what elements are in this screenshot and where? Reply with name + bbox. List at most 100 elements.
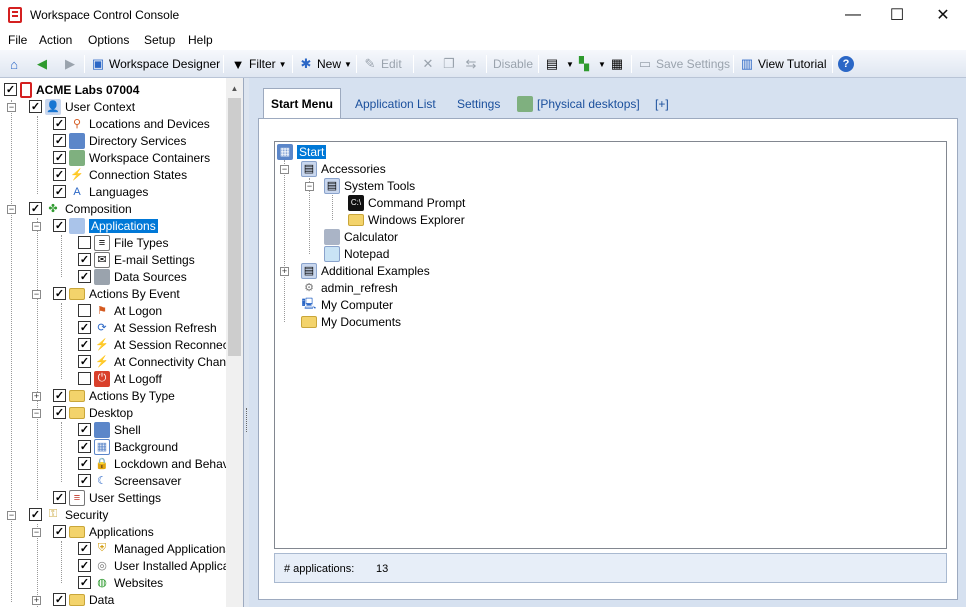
node-calculator[interactable]: Calculator xyxy=(324,228,398,245)
tree-item-managed-applications[interactable]: ✓ ⛨ Managed Applications xyxy=(78,540,231,557)
tree-item-at-logon[interactable]: ⚑ At Logon xyxy=(78,302,162,319)
collapse-toggle[interactable]: − xyxy=(32,290,41,299)
tree-root[interactable]: ✓ ACME Labs 07004 xyxy=(4,81,139,98)
minimize-button[interactable]: — xyxy=(830,0,876,30)
filter-button[interactable]: ▼ Filter ▼ xyxy=(230,53,287,75)
disable-button[interactable]: Disable xyxy=(493,53,533,75)
tree-item-data[interactable]: ✓ Data xyxy=(53,591,114,607)
scroll-thumb[interactable] xyxy=(228,98,241,356)
collapse-toggle[interactable]: − xyxy=(32,222,41,231)
back-button[interactable]: ◀ xyxy=(34,53,53,75)
tree-item-at-connectivity-change[interactable]: ✓ ⚡ At Connectivity Change xyxy=(78,353,239,370)
checkbox[interactable] xyxy=(78,236,91,249)
collapse-toggle[interactable]: − xyxy=(32,409,41,418)
checkbox[interactable]: ✓ xyxy=(29,202,42,215)
view-options-button[interactable]: ▤ ▼ xyxy=(544,53,574,75)
collapse-toggle[interactable]: − xyxy=(305,182,314,191)
menu-help[interactable]: Help xyxy=(188,33,213,47)
node-command-prompt[interactable]: C:\ Command Prompt xyxy=(348,194,465,211)
tree-item-languages[interactable]: ✓ A Languages xyxy=(53,183,148,200)
tab-add[interactable]: [+] xyxy=(655,92,669,116)
tab-application-list[interactable]: Application List xyxy=(355,92,436,116)
tree-item-user-settings[interactable]: ✓ ≡ User Settings xyxy=(53,489,161,506)
tree-item-at-session-reconnect[interactable]: ✓ ⚡ At Session Reconnect xyxy=(78,336,232,353)
tree-item-email-settings[interactable]: ✓ ✉ E-mail Settings xyxy=(78,251,195,268)
node-my-computer[interactable]: 🖳 My Computer xyxy=(301,296,393,313)
tree-item-connection-states[interactable]: ✓ ⚡ Connection States xyxy=(53,166,187,183)
collapse-toggle[interactable]: − xyxy=(7,103,16,112)
checkbox[interactable]: ✓ xyxy=(78,542,91,555)
close-button[interactable]: ✕ xyxy=(920,0,966,30)
checkbox[interactable]: ✓ xyxy=(78,457,91,470)
checkbox[interactable]: ✓ xyxy=(53,593,66,606)
workspace-designer-button[interactable]: ▣ Workspace Designer xyxy=(90,53,220,75)
checkbox[interactable]: ✓ xyxy=(78,423,91,436)
scroll-up-arrow-icon[interactable]: ▲ xyxy=(226,80,243,96)
expand-toggle[interactable]: + xyxy=(280,267,289,276)
edit-button[interactable]: ✎ Edit xyxy=(362,53,402,75)
tree-item-locations[interactable]: ✓ ⚲ Locations and Devices xyxy=(53,115,210,132)
tree-item-actions-by-event[interactable]: ✓ Actions By Event xyxy=(53,285,180,302)
node-my-documents[interactable]: My Documents xyxy=(301,313,401,330)
tree-item-security[interactable]: ✓ ⚿ Security xyxy=(29,506,108,523)
home-button[interactable]: ⌂ xyxy=(6,53,25,75)
collapse-toggle[interactable]: − xyxy=(280,165,289,174)
tree-item-screensaver[interactable]: ✓ ☾ Screensaver xyxy=(78,472,181,489)
tab-physical-desktops[interactable]: [Physical desktops] xyxy=(517,92,640,116)
menu-file[interactable]: File xyxy=(8,33,27,47)
expand-toggle[interactable]: + xyxy=(32,392,41,401)
checkbox[interactable]: ✓ xyxy=(53,491,66,504)
node-admin-refresh[interactable]: ⚙ admin_refresh xyxy=(301,279,398,296)
node-windows-explorer[interactable]: Windows Explorer xyxy=(348,211,465,228)
start-node[interactable]: ▦ Start xyxy=(277,143,327,160)
collapse-toggle[interactable]: − xyxy=(32,528,41,537)
tree-item-applications[interactable]: ✓ Applications xyxy=(53,217,158,234)
checkbox[interactable]: ✓ xyxy=(78,321,91,334)
tree-item-directory[interactable]: ✓ Directory Services xyxy=(53,132,186,149)
node-accessories[interactable]: ▤ Accessories xyxy=(301,160,386,177)
checkbox[interactable]: ✓ xyxy=(78,576,91,589)
tree-item-background[interactable]: ✓ ▦ Background xyxy=(78,438,178,455)
tree-item-lockdown[interactable]: ✓ 🔒 Lockdown and Behavior xyxy=(78,455,242,472)
hierarchy-button[interactable]: ▚ ▼ xyxy=(576,53,606,75)
move-button[interactable]: ⇆ xyxy=(463,53,482,75)
collapse-toggle[interactable]: − xyxy=(7,205,16,214)
checkbox[interactable]: ✓ xyxy=(78,338,91,351)
new-button[interactable]: ✱ New ▼ xyxy=(298,53,352,75)
delete-button[interactable]: ✕ xyxy=(420,53,439,75)
checkbox[interactable]: ✓ xyxy=(78,253,91,266)
checkbox[interactable]: ✓ xyxy=(29,100,42,113)
menu-options[interactable]: Options xyxy=(88,33,129,47)
checkbox[interactable]: ✓ xyxy=(29,508,42,521)
checkbox[interactable]: ✓ xyxy=(78,474,91,487)
checkbox[interactable]: ✓ xyxy=(53,406,66,419)
checkbox[interactable]: ✓ xyxy=(53,151,66,164)
checkbox[interactable]: ✓ xyxy=(53,219,66,232)
expand-toggle[interactable]: + xyxy=(32,596,41,605)
tree-item-user-context[interactable]: ✓ 👤 User Context xyxy=(29,98,135,115)
node-system-tools[interactable]: ▤ System Tools xyxy=(324,177,415,194)
menu-setup[interactable]: Setup xyxy=(144,33,175,47)
checkbox[interactable]: ✓ xyxy=(53,389,66,402)
copy-button[interactable]: ❐ xyxy=(441,53,460,75)
checkbox[interactable]: ✓ xyxy=(78,440,91,453)
checkbox[interactable] xyxy=(78,304,91,317)
tree-item-shell[interactable]: ✓ Shell xyxy=(78,421,141,438)
tree-item-actions-by-type[interactable]: ✓ Actions By Type xyxy=(53,387,175,404)
node-notepad[interactable]: Notepad xyxy=(324,245,389,262)
collapse-toggle[interactable]: − xyxy=(7,511,16,520)
checkbox[interactable]: ✓ xyxy=(4,83,17,96)
tree-item-user-installed[interactable]: ✓ ◎ User Installed Applications xyxy=(78,557,242,574)
tree-item-desktop[interactable]: ✓ Desktop xyxy=(53,404,133,421)
checkbox[interactable]: ✓ xyxy=(78,559,91,572)
tree-item-data-sources[interactable]: ✓ Data Sources xyxy=(78,268,187,285)
checkbox[interactable]: ✓ xyxy=(53,168,66,181)
tree-item-at-session-refresh[interactable]: ✓ ⟳ At Session Refresh xyxy=(78,319,217,336)
checkbox[interactable]: ✓ xyxy=(78,355,91,368)
print-button[interactable]: ▦ xyxy=(609,53,628,75)
tree-item-at-logoff[interactable]: ⏻ At Logoff xyxy=(78,370,162,387)
tab-settings[interactable]: Settings xyxy=(457,92,500,116)
tree-item-websites[interactable]: ✓ ◍ Websites xyxy=(78,574,163,591)
tree-item-file-types[interactable]: ≡ File Types xyxy=(78,234,168,251)
maximize-button[interactable]: ☐ xyxy=(874,0,920,30)
